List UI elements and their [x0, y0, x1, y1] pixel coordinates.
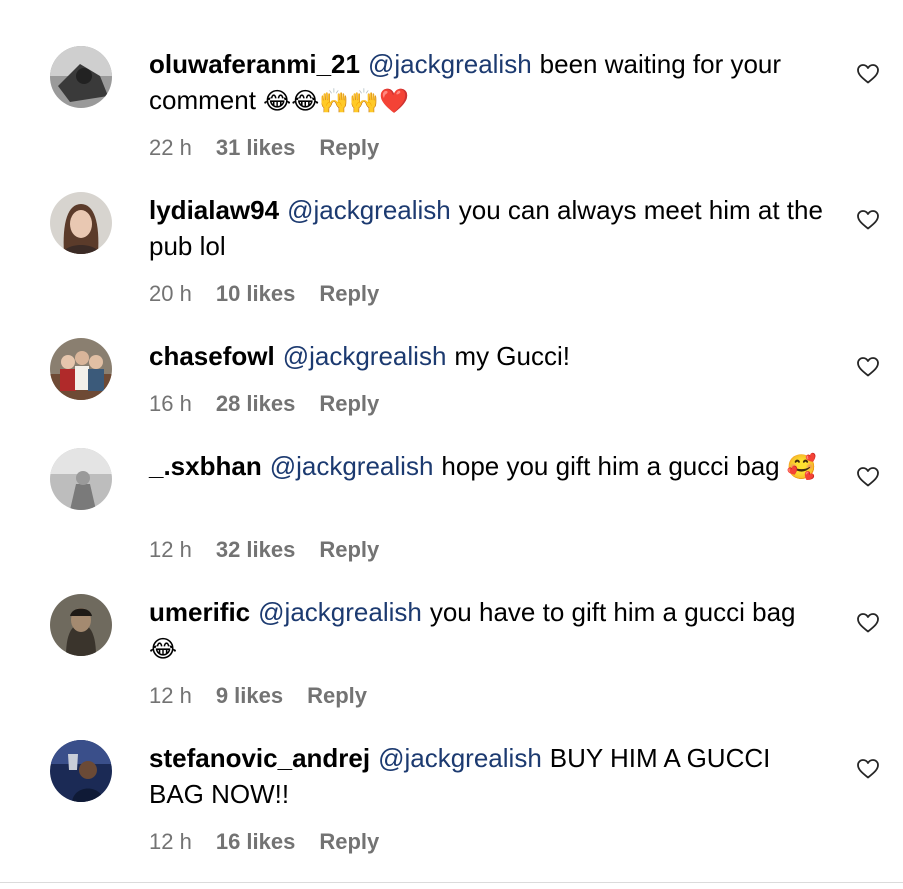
avatar[interactable]: [50, 46, 112, 108]
mention-link[interactable]: @jackgrealish: [258, 597, 422, 627]
heart-outline-icon[interactable]: [856, 62, 880, 86]
timestamp[interactable]: 12 h: [149, 682, 192, 710]
comment-body: hope you gift him a gucci bag: [441, 451, 780, 481]
reply-button[interactable]: Reply: [319, 536, 379, 564]
reply-button[interactable]: Reply: [319, 828, 379, 856]
likes-count[interactable]: 9 likes: [216, 682, 283, 710]
username[interactable]: umerific: [149, 597, 250, 627]
avatar[interactable]: [50, 594, 112, 656]
likes-count[interactable]: 31 likes: [216, 134, 296, 162]
heart-outline-icon[interactable]: [856, 355, 880, 379]
comment-meta: 22 h 31 likes Reply: [149, 134, 379, 162]
likes-count[interactable]: 16 likes: [216, 828, 296, 856]
heart-outline-icon[interactable]: [856, 208, 880, 232]
comment-text: _.sxbhan @jackgrealish hope you gift him a…: [149, 448, 829, 485]
comment-body: you have to gift him a gucci bag: [429, 597, 796, 627]
reply-button[interactable]: Reply: [307, 682, 367, 710]
mention-link[interactable]: @jackgrealish: [283, 341, 447, 371]
reply-button[interactable]: Reply: [319, 390, 379, 418]
timestamp[interactable]: 12 h: [149, 536, 192, 564]
divider: [0, 882, 903, 883]
comment-meta: 20 h 10 likes Reply: [149, 280, 379, 308]
username[interactable]: _.sxbhan: [149, 451, 262, 481]
comment-meta: 12 h 9 likes Reply: [149, 682, 367, 710]
avatar[interactable]: [50, 192, 112, 254]
username[interactable]: stefanovic_andrej: [149, 743, 370, 773]
timestamp[interactable]: 22 h: [149, 134, 192, 162]
heart-outline-icon[interactable]: [856, 465, 880, 489]
comment-body: my Gucci!: [454, 341, 570, 371]
likes-count[interactable]: 32 likes: [216, 536, 296, 564]
heart-outline-icon[interactable]: [856, 611, 880, 635]
comment-meta: 12 h 16 likes Reply: [149, 828, 379, 856]
username[interactable]: oluwaferanmi_21: [149, 49, 360, 79]
timestamp[interactable]: 12 h: [149, 828, 192, 856]
comment-text: chasefowl @jackgrealish my Gucci!: [149, 338, 829, 374]
avatar[interactable]: [50, 448, 112, 510]
likes-count[interactable]: 28 likes: [216, 390, 296, 418]
comment-emoji: 🥰: [786, 453, 817, 481]
reply-button[interactable]: Reply: [319, 134, 379, 162]
comment-emoji: 😂: [149, 635, 178, 663]
timestamp[interactable]: 20 h: [149, 280, 192, 308]
reply-button[interactable]: Reply: [319, 280, 379, 308]
comment-text: umerific @jackgrealish you have to gift hi…: [149, 594, 829, 667]
mention-link[interactable]: @jackgrealish: [368, 49, 532, 79]
avatar[interactable]: [50, 740, 112, 802]
avatar[interactable]: [50, 338, 112, 400]
mention-link[interactable]: @jackgrealish: [270, 451, 434, 481]
mention-link[interactable]: @jackgrealish: [287, 195, 451, 225]
username[interactable]: lydialaw94: [149, 195, 279, 225]
comment-meta: 12 h 32 likes Reply: [149, 536, 379, 564]
timestamp[interactable]: 16 h: [149, 390, 192, 418]
comment-text: oluwaferanmi_21 @jackgrealish been waiting…: [149, 46, 829, 119]
heart-outline-icon[interactable]: [856, 757, 880, 781]
comment-meta: 16 h 28 likes Reply: [149, 390, 379, 418]
comment-text: lydialaw94 @jackgrealish you can always me…: [149, 192, 829, 264]
username[interactable]: chasefowl: [149, 341, 275, 371]
likes-count[interactable]: 10 likes: [216, 280, 296, 308]
mention-link[interactable]: @jackgrealish: [378, 743, 542, 773]
comment-emoji: 😂😂🙌🙌❤️: [263, 87, 409, 115]
comment-text: stefanovic_andrej @jackgrealish BUY HIM A …: [149, 740, 829, 812]
